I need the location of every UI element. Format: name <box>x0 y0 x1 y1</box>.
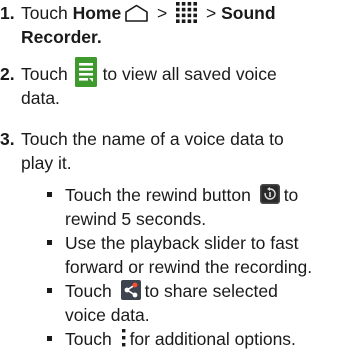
step-text-part: play it. <box>21 153 72 173</box>
share-icon <box>120 280 141 301</box>
bullet-text-part: Touch the rewind button <box>65 185 256 205</box>
bullet-text-part: Use the playback slider to fast <box>65 233 299 253</box>
step-text-part: Touch the name of a voice data to <box>21 129 284 149</box>
bullet-text: Use the playback slider to fast forward … <box>65 231 346 279</box>
bullet-text-part: rewind 5 seconds. <box>65 209 207 229</box>
bullet-marker <box>47 288 52 293</box>
step-text-part: Touch <box>21 3 73 23</box>
step-text-part: data. <box>21 88 60 108</box>
step-text: Touch Home > > Sound Recorder. <box>21 1 341 49</box>
step-text-part: to view all saved voice <box>102 64 277 84</box>
separator: > <box>152 3 173 23</box>
bullet-text: Touch to share selected voice data. <box>65 279 346 327</box>
separator: > <box>201 3 222 23</box>
menu-dots-icon <box>120 328 128 348</box>
bullet-text-part: to share selected <box>144 281 278 301</box>
bullet-text-part: for additional options. <box>129 329 296 349</box>
bullet-text-part: voice data. <box>65 305 150 325</box>
bullet-marker <box>47 336 52 341</box>
instructions-document: 1. Touch Home > > Sound Recorder. 2. Tou… <box>0 0 346 352</box>
home-label: Home <box>72 3 122 23</box>
bullet-text-part: Touch <box>65 281 117 301</box>
bullet-text-part: Touch <box>65 329 117 349</box>
app-grid-icon <box>176 1 198 23</box>
step-number: 1. <box>0 3 15 23</box>
bullet-text: Touch for additional options. <box>65 327 346 351</box>
step-text: Touch the name of a voice data to play i… <box>21 127 341 175</box>
bullet-marker <box>47 240 52 245</box>
step-text-part: Touch <box>21 64 73 84</box>
step-text: Touch to view all saved voice data. <box>21 57 341 110</box>
voice-list-icon <box>74 57 97 88</box>
bullet-text-part: to <box>283 185 299 205</box>
bullet-text-part: forward or rewind the recording. <box>65 257 313 277</box>
step-number: 2. <box>0 64 15 84</box>
bullet-text: Touch the rewind button to rewind 5 seco… <box>65 183 346 231</box>
rewind-icon <box>259 184 280 205</box>
sound-label: Sound <box>221 3 276 23</box>
home-outline-icon <box>124 4 149 22</box>
bullet-marker <box>47 192 52 197</box>
step-number: 3. <box>0 129 15 149</box>
recorder-label: Recorder. <box>21 27 102 47</box>
